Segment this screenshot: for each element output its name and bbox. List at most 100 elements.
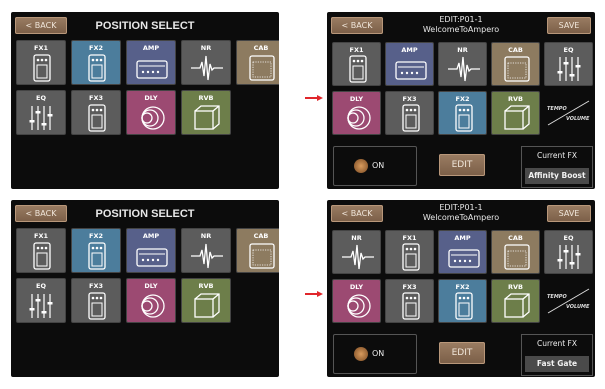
fx-tile-label: CAB [253, 232, 269, 240]
back-button[interactable]: < BACK [331, 17, 383, 34]
fx-tile-amp[interactable]: AMP [385, 42, 434, 86]
fx-tile-dly[interactable]: DLY [332, 91, 381, 135]
preset-name: WelcomeToAmpero [422, 213, 500, 222]
fx-tile-label: RVB [508, 95, 523, 103]
edit-button[interactable]: EDIT [439, 154, 485, 176]
fx-tile-dly[interactable]: DLY [126, 90, 176, 135]
tempo-label: TEMPO [547, 106, 567, 112]
position-select-screen-1: < BACK POSITION SELECT FX1 FX2 AMP NR CAB EQ F… [11, 12, 279, 189]
edit-title: EDIT:P01-1 [439, 203, 483, 212]
waveform-icon [341, 242, 375, 272]
fx-tile-amp[interactable]: AMP [126, 40, 176, 85]
pedal-icon [80, 53, 114, 83]
cab-icon [500, 242, 534, 272]
edit-screen-2: < BACK EDIT:P01-1 WelcomeToAmpero SAVE O… [327, 200, 595, 377]
fx-tile-label: FX1 [34, 44, 48, 52]
fx-tile-eq[interactable]: EQ [16, 278, 66, 323]
tempo-volume-indicator[interactable]: TEMPO VOLUME [544, 279, 593, 323]
delay-rings-icon [341, 291, 375, 321]
reverb-cube-icon [190, 103, 224, 133]
fx-tile-label: DLY [349, 95, 364, 103]
waveform-icon [447, 54, 481, 84]
fx-tile-rvb[interactable]: RVB [181, 278, 231, 323]
edit-button[interactable]: EDIT [439, 342, 485, 364]
fx-tile-fx1[interactable]: FX1 [385, 230, 434, 274]
fx-tile-label: RVB [198, 282, 214, 290]
current-fx-label: Current FX [536, 339, 577, 348]
fx-tile-label: FX3 [89, 94, 103, 102]
fx-tile-label: FX2 [89, 232, 103, 240]
fx-tile-label: FX2 [455, 95, 470, 103]
reverb-cube-icon [190, 291, 224, 321]
reverb-cube-icon [500, 103, 534, 133]
fx-tile-fx2[interactable]: FX2 [438, 279, 487, 323]
tempo-volume-indicator[interactable]: TEMPO VOLUME [544, 91, 593, 135]
fx-tile-fx1[interactable]: FX1 [16, 40, 66, 85]
preset-name: WelcomeToAmpero [422, 25, 500, 34]
fx-tile-amp[interactable]: AMP [126, 228, 176, 273]
fx-tile-fx3[interactable]: FX3 [385, 279, 434, 323]
eq-sliders-icon [25, 291, 59, 321]
on-toggle[interactable]: ON [333, 146, 417, 186]
on-toggle[interactable]: ON [333, 334, 417, 374]
fx-tile-label: EQ [36, 282, 46, 290]
current-fx-box: Current FX Fast Gate [521, 334, 593, 376]
fx-tile-label: AMP [401, 46, 418, 54]
fx-tile-cab[interactable]: CAB [491, 42, 540, 86]
fx-tile-rvb[interactable]: RVB [491, 279, 540, 323]
delay-rings-icon [341, 103, 375, 133]
fx-tile-fx2[interactable]: FX2 [71, 40, 121, 85]
fx-tile-nr[interactable]: NR [438, 42, 487, 86]
save-button[interactable]: SAVE [547, 17, 591, 34]
current-fx-value[interactable]: Affinity Boost [525, 168, 589, 184]
back-button[interactable]: < BACK [15, 205, 67, 222]
fx-tile-dly[interactable]: DLY [126, 278, 176, 323]
pedal-icon [25, 241, 59, 271]
fx-tile-amp[interactable]: AMP [438, 230, 487, 274]
fx-tile-label: EQ [563, 46, 574, 54]
fx-tile-fx2[interactable]: FX2 [438, 91, 487, 135]
fx-tile-rvb[interactable]: RVB [491, 91, 540, 135]
amp-icon [447, 242, 481, 272]
fx-tile-eq[interactable]: EQ [544, 42, 593, 86]
fx-tile-label: NR [351, 234, 362, 242]
cab-icon [245, 53, 279, 83]
position-select-screen-2: < BACK POSITION SELECT FX1 FX2 AMP NR CAB EQ F… [11, 200, 279, 377]
fx-tile-label: FX3 [89, 282, 103, 290]
on-label: ON [372, 161, 385, 170]
amp-icon [135, 53, 169, 83]
fx-tile-nr[interactable]: NR [332, 230, 381, 274]
fx-tile-nr[interactable]: NR [181, 228, 231, 273]
fx-tile-fx3[interactable]: FX3 [71, 278, 121, 323]
fx-tile-nr[interactable]: NR [181, 40, 231, 85]
save-button[interactable]: SAVE [547, 205, 591, 222]
back-button[interactable]: < BACK [331, 205, 383, 222]
fx-tile-fx1[interactable]: FX1 [332, 42, 381, 86]
fx-tile-label: NR [457, 46, 468, 54]
fx-tile-cab[interactable]: CAB [491, 230, 540, 274]
fx-tile-cab[interactable]: CAB [236, 40, 279, 85]
eq-sliders-icon [553, 242, 587, 272]
fx-tile-label: CAB [508, 46, 523, 54]
fx-tile-label: AMP [142, 44, 160, 52]
fx-tile-eq[interactable]: EQ [16, 90, 66, 135]
pedal-icon [80, 241, 114, 271]
fx-tile-dly[interactable]: DLY [332, 279, 381, 323]
fx-tile-cab[interactable]: CAB [236, 228, 279, 273]
fx-tile-fx3[interactable]: FX3 [71, 90, 121, 135]
fx-tile-fx3[interactable]: FX3 [385, 91, 434, 135]
back-button[interactable]: < BACK [15, 17, 67, 34]
tempo-label: TEMPO [547, 294, 567, 300]
on-indicator-icon [354, 347, 368, 361]
edit-header: EDIT:P01-1 WelcomeToAmpero [383, 15, 539, 35]
pedal-icon [394, 291, 428, 321]
fx-tile-rvb[interactable]: RVB [181, 90, 231, 135]
fx-tile-fx1[interactable]: FX1 [16, 228, 66, 273]
fx-tile-label: EQ [36, 94, 46, 102]
current-fx-value[interactable]: Fast Gate [525, 356, 589, 372]
fx-tile-fx2[interactable]: FX2 [71, 228, 121, 273]
edit-screen-1: < BACK EDIT:P01-1 WelcomeToAmpero SAVE O… [327, 12, 595, 189]
fx-tile-eq[interactable]: EQ [544, 230, 593, 274]
fx-tile-label: EQ [563, 234, 574, 242]
current-fx-box: Current FX Affinity Boost [521, 146, 593, 188]
